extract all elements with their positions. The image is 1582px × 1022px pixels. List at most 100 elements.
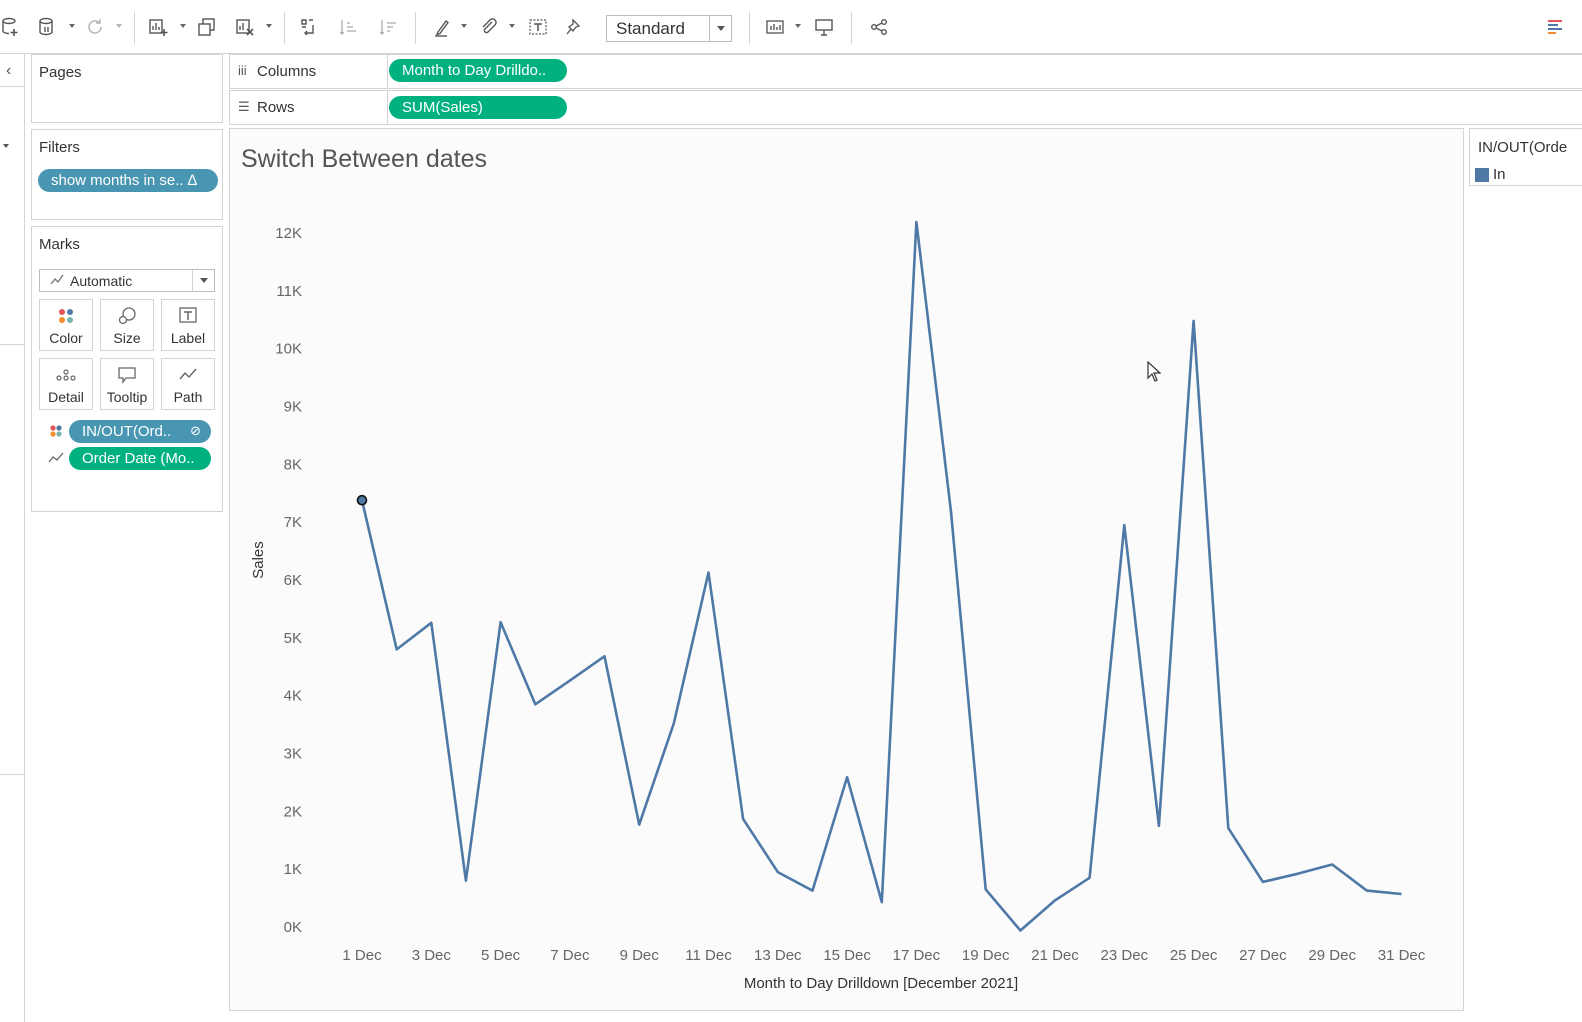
- x-tick-label: 7 Dec: [550, 947, 590, 964]
- clear-sheet-caret[interactable]: [266, 24, 272, 28]
- new-worksheet-icon[interactable]: [147, 16, 169, 38]
- highlight-caret[interactable]: [461, 24, 467, 28]
- label-button[interactable]: Label: [161, 299, 215, 351]
- chevron-left-icon[interactable]: ‹: [6, 62, 11, 80]
- data-point[interactable]: [463, 878, 469, 884]
- duplicate-icon[interactable]: [196, 16, 218, 38]
- show-cards-caret[interactable]: [795, 24, 801, 28]
- refresh-dropdown-caret[interactable]: [116, 24, 122, 28]
- new-data-source-icon[interactable]: [0, 16, 22, 38]
- data-point[interactable]: [1295, 871, 1301, 877]
- y-tick-label: 0K: [284, 919, 302, 936]
- data-point[interactable]: [567, 678, 573, 684]
- filter-pill-show-months[interactable]: show months in se.. ∆: [38, 169, 218, 192]
- y-axis-title: Sales: [250, 541, 267, 579]
- chevron-down-icon[interactable]: [192, 270, 214, 291]
- x-tick-label: 17 Dec: [893, 947, 941, 964]
- columns-icon: iii: [238, 63, 247, 78]
- pages-card[interactable]: Pages: [31, 54, 223, 123]
- data-point[interactable]: [913, 219, 919, 225]
- data-point[interactable]: [948, 509, 954, 515]
- color-dots-icon: [40, 300, 92, 326]
- data-point[interactable]: [1156, 823, 1162, 829]
- x-axis-title: Month to Day Drilldown [December 2021]: [744, 975, 1018, 992]
- detail-button[interactable]: Detail: [39, 358, 93, 410]
- data-point[interactable]: [844, 774, 850, 780]
- pages-title: Pages: [39, 64, 82, 81]
- chevron-down-icon[interactable]: [3, 144, 9, 148]
- data-point[interactable]: [1121, 522, 1127, 528]
- data-point[interactable]: [983, 886, 989, 892]
- legend-label-in[interactable]: In: [1493, 166, 1506, 183]
- marks-pill-order-date[interactable]: Order Date (Mo..: [69, 447, 211, 470]
- mark-type-select[interactable]: Automatic: [39, 269, 215, 292]
- line-chart[interactable]: 0K 1K 2K 3K 4K 5K 6K 7K 8K 9K 10K 11K 12K 1 Dec 3 Dec 5…: [230, 129, 1463, 1010]
- pause-data-updates-icon[interactable]: [36, 16, 58, 38]
- swap-rows-columns-icon[interactable]: [298, 16, 320, 38]
- y-tick-label: 10K: [275, 341, 302, 358]
- filters-title: Filters: [39, 139, 80, 156]
- data-point[interactable]: [1260, 879, 1266, 885]
- presentation-mode-icon[interactable]: [813, 16, 835, 38]
- group-caret[interactable]: [509, 24, 515, 28]
- fit-select[interactable]: Standard: [606, 15, 732, 42]
- data-point[interactable]: [394, 646, 400, 652]
- tooltip-label: Tooltip: [106, 389, 148, 405]
- show-me-icon[interactable]: [1544, 16, 1566, 38]
- data-point[interactable]: [532, 701, 538, 707]
- marks-pill-in-out-label: IN/OUT(Ord..: [82, 423, 172, 440]
- columns-pill[interactable]: Month to Day Drilldo..: [389, 59, 567, 82]
- sort-descending-icon[interactable]: [377, 16, 399, 38]
- group-members-icon[interactable]: [477, 16, 499, 38]
- color-button[interactable]: Color: [39, 299, 93, 351]
- data-point[interactable]: [809, 888, 815, 894]
- data-point[interactable]: [356, 494, 368, 506]
- highlight-icon[interactable]: [431, 16, 453, 38]
- refresh-icon[interactable]: [84, 16, 106, 38]
- tooltip-button[interactable]: Tooltip: [100, 358, 154, 410]
- data-point[interactable]: [1399, 891, 1405, 897]
- clear-sheet-icon[interactable]: [234, 16, 256, 38]
- filters-card[interactable]: Filters show months in se.. ∆: [31, 129, 223, 220]
- data-point[interactable]: [1329, 862, 1335, 868]
- sort-ascending-icon[interactable]: [337, 16, 359, 38]
- path-button[interactable]: Path: [161, 358, 215, 410]
- data-point[interactable]: [1364, 888, 1370, 894]
- share-icon[interactable]: [868, 16, 890, 38]
- data-point[interactable]: [706, 569, 712, 575]
- columns-shelf[interactable]: iii Columns Month to Day Drilldo..: [229, 54, 1582, 89]
- data-point[interactable]: [1087, 875, 1093, 881]
- data-point[interactable]: [740, 816, 746, 822]
- data-point[interactable]: [1052, 897, 1058, 903]
- data-point[interactable]: [1191, 318, 1197, 324]
- series-line-in[interactable]: [360, 220, 1402, 932]
- legend-title: IN/OUT(Orde: [1478, 139, 1568, 156]
- color-legend[interactable]: IN/OUT(Orde In: [1469, 128, 1582, 186]
- chevron-down-icon[interactable]: [709, 16, 731, 41]
- pause-dropdown-caret[interactable]: [69, 24, 75, 28]
- fix-axes-icon[interactable]: [564, 16, 586, 38]
- show-cards-icon[interactable]: [764, 16, 786, 38]
- data-point[interactable]: [879, 899, 885, 905]
- y-tick-label: 2K: [284, 803, 302, 820]
- data-point[interactable]: [498, 619, 504, 625]
- rows-shelf-label: ☰ Rows: [230, 91, 388, 124]
- data-point[interactable]: [636, 822, 642, 828]
- new-worksheet-caret[interactable]: [180, 24, 186, 28]
- data-point[interactable]: [1225, 825, 1231, 831]
- columns-label-text: Columns: [257, 63, 317, 80]
- divider: [0, 344, 24, 345]
- data-point[interactable]: [428, 620, 434, 626]
- size-button[interactable]: Size: [100, 299, 154, 351]
- marks-pill-in-out[interactable]: IN/OUT(Ord.. ⊘: [69, 420, 211, 443]
- rows-shelf[interactable]: ☰ Rows SUM(Sales): [229, 90, 1582, 125]
- data-point[interactable]: [1017, 927, 1023, 933]
- data-point[interactable]: [671, 720, 677, 726]
- data-point[interactable]: [602, 653, 608, 659]
- rows-pill[interactable]: SUM(Sales): [389, 96, 567, 119]
- legend-swatch-in[interactable]: [1475, 168, 1489, 182]
- show-mark-labels-icon[interactable]: [527, 16, 549, 38]
- chart-view[interactable]: Switch Between dates 0K 1K 2K 3K 4K 5K 6K 7K 8K 9…: [229, 128, 1464, 1011]
- data-point[interactable]: [775, 869, 781, 875]
- mark-type-value: Automatic: [70, 273, 133, 289]
